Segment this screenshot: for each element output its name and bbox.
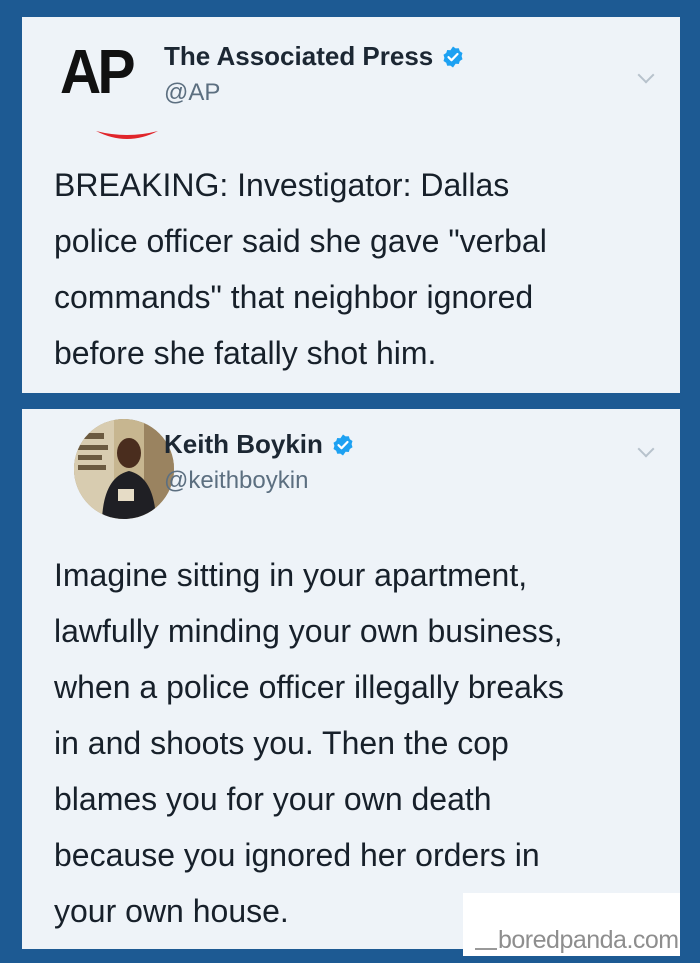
verified-badge-icon <box>333 434 353 455</box>
chevron-down-icon[interactable] <box>637 440 655 458</box>
author-handle[interactable]: @AP <box>164 79 220 107</box>
author-handle[interactable]: @keithboykin <box>164 467 308 495</box>
author-name[interactable]: Keith Boykin <box>164 429 355 460</box>
avatar[interactable] <box>74 419 174 519</box>
author-name-text: Keith Boykin <box>164 429 323 459</box>
watermark-rule <box>475 948 497 950</box>
author-name-text: The Associated Press <box>164 41 434 71</box>
ap-logo-avatar[interactable]: AP <box>60 37 160 147</box>
ap-smile-icon <box>96 131 158 139</box>
ap-logo-text: AP <box>60 38 136 107</box>
tweet-card-keith: Keith Boykin @keithboykin Imagine sittin… <box>22 409 680 949</box>
chevron-down-icon[interactable] <box>637 66 655 84</box>
watermark-text: boredpanda.com <box>498 926 679 954</box>
author-name[interactable]: The Associated Press <box>164 41 465 72</box>
tweet-text: BREAKING: Investigator: Dallas police of… <box>54 167 547 371</box>
tweet-card-ap: AP The Associated Press @AP BREAKING: In… <box>22 17 680 393</box>
tweet-text: Imagine sitting in your apartment, lawfu… <box>54 557 564 929</box>
verified-badge-icon <box>443 46 463 67</box>
profile-photo-icon <box>74 419 174 519</box>
